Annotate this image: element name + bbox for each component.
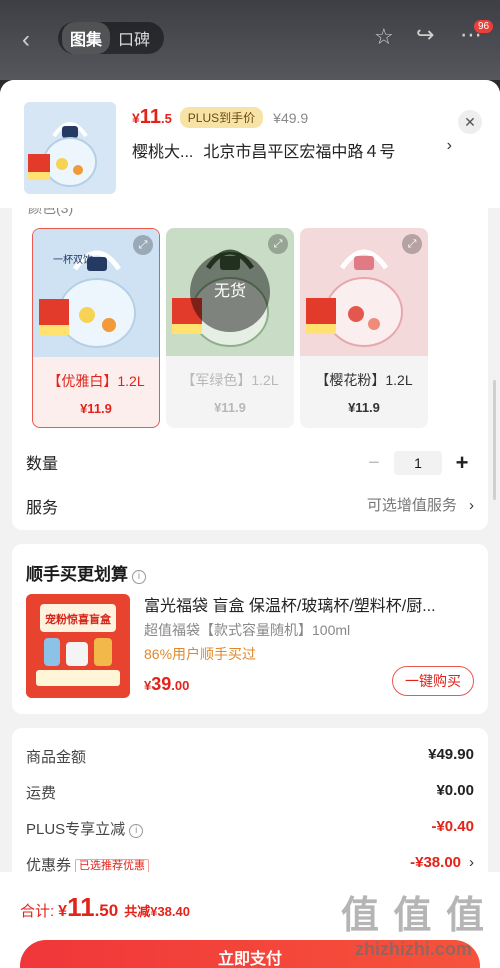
summary-value: ¥0.00 bbox=[436, 782, 474, 799]
service-value: 可选增值服务 › bbox=[366, 497, 474, 514]
color-option-green[interactable]: ⤢ 无货 【军绿色】1.2L ¥11.9 bbox=[166, 228, 294, 428]
bundle-product-spec: 超值福袋【款式容量随机】100ml bbox=[144, 622, 351, 638]
bundle-popularity: 86%用户顺手买过 bbox=[144, 646, 257, 662]
bundle-offer-card: 顺手买更划算 i 宠粉惊喜盲盒 富光福袋 盲盒 保温杯/玻璃杯/塑料杯/厨... … bbox=[12, 544, 488, 714]
background-topbar: ‹ 图集 口碑 ☆ ↪ ⋯ 96 bbox=[0, 20, 500, 56]
product-header: ¥11.5 PLUS到手价 ¥49.9 ✕ 樱桃大... 北京市昌平区宏福中路４号… bbox=[0, 80, 500, 208]
tab-gallery[interactable]: 图集 bbox=[62, 22, 111, 54]
coupon-tag: 已选推荐优惠 bbox=[75, 859, 150, 873]
background-page: ‹ 图集 口碑 ☆ ↪ ⋯ 96 bbox=[0, 0, 500, 80]
bundle-product-image[interactable]: 宠粉惊喜盲盒 bbox=[26, 594, 130, 698]
quantity-input[interactable]: 1 bbox=[394, 451, 442, 475]
plus-price-tag: PLUS到手价 bbox=[179, 107, 264, 128]
color-option-white[interactable]: 一杯双饮 ⤢ 【优雅白】1.2L ¥11.9 bbox=[32, 228, 160, 428]
zoom-icon[interactable]: ⤢ bbox=[133, 235, 153, 255]
summary-value: -¥38.00 › bbox=[410, 854, 474, 871]
color-swatch-list: 一杯双饮 ⤢ 【优雅白】1.2L ¥11.9 ⤢ 无货 【军绿色】1.2L ¥1… bbox=[32, 228, 428, 428]
service-chevron-icon: › bbox=[469, 497, 474, 514]
info-icon[interactable]: i bbox=[132, 570, 146, 584]
color-option-label: 【军绿色】1.2L bbox=[181, 372, 279, 388]
summary-row-goods: 商品金额 ¥49.90 bbox=[26, 746, 474, 770]
product-short-name: 樱桃大... bbox=[132, 144, 194, 161]
media-tab-switch[interactable]: 图集 口碑 bbox=[58, 22, 164, 54]
zoom-icon[interactable]: ⤢ bbox=[268, 234, 288, 254]
site-watermark: 值 值 值 zhizhizhi.com bbox=[340, 895, 486, 959]
quantity-stepper: − 1 + bbox=[362, 450, 474, 476]
current-price: ¥11.5 bbox=[132, 106, 172, 128]
quantity-minus-button[interactable]: − bbox=[362, 452, 386, 475]
share-icon[interactable]: ↪ bbox=[416, 22, 434, 48]
bundle-title: 顺手买更划算 i bbox=[26, 560, 146, 585]
close-button[interactable]: ✕ bbox=[458, 110, 482, 134]
out-of-stock-overlay: 无货 bbox=[190, 252, 270, 332]
zoom-icon[interactable]: ⤢ bbox=[402, 234, 422, 254]
bundle-price: ¥39.00 bbox=[144, 674, 190, 694]
summary-label: PLUS专享立减 i bbox=[26, 821, 144, 838]
summary-label: 商品金额 bbox=[26, 749, 87, 766]
service-row[interactable]: 服务 可选增值服务 › bbox=[26, 494, 474, 522]
info-icon[interactable]: i bbox=[129, 824, 144, 838]
color-option-pink[interactable]: ⤢ 【樱花粉】1.2L ¥11.9 bbox=[300, 228, 428, 428]
color-option-label: 【樱花粉】1.2L bbox=[315, 372, 413, 388]
one-click-buy-button[interactable]: 一键购买 bbox=[392, 666, 474, 696]
purchase-sheet: ¥11.5 PLUS到手价 ¥49.9 ✕ 樱桃大... 北京市昌平区宏福中路４号… bbox=[0, 80, 500, 968]
total-amount: 合计: ¥11.50 共减¥38.40 bbox=[20, 892, 190, 922]
quantity-plus-button[interactable]: + bbox=[450, 450, 474, 476]
svg-text:一杯双饮: 一杯双饮 bbox=[53, 253, 93, 266]
coupon-chevron-icon: › bbox=[469, 854, 474, 871]
color-option-label: 【优雅白】1.2L bbox=[47, 373, 145, 389]
message-badge: 96 bbox=[474, 20, 494, 33]
price-row: ¥11.5 PLUS到手价 ¥49.9 bbox=[132, 106, 308, 129]
bundle-product-name[interactable]: 富光福袋 盲盒 保温杯/玻璃杯/塑料杯/厨... bbox=[144, 592, 474, 616]
summary-value: ¥49.90 bbox=[428, 746, 474, 763]
summary-value: -¥0.40 bbox=[431, 818, 474, 835]
favorite-star-icon[interactable]: ☆ bbox=[374, 24, 394, 50]
summary-row-plus-discount: PLUS专享立减 i -¥0.40 bbox=[26, 818, 474, 842]
summary-label: 运费 bbox=[26, 785, 57, 802]
quantity-row: 数量 − 1 + bbox=[26, 450, 474, 478]
service-label: 服务 bbox=[26, 500, 59, 517]
address-text: 北京市昌平区宏福中路４号 bbox=[203, 144, 396, 161]
color-option-price: ¥11.9 bbox=[348, 400, 380, 415]
tab-reviews[interactable]: 口碑 bbox=[110, 22, 158, 54]
color-option-price: ¥11.9 bbox=[214, 400, 246, 415]
product-thumbnail bbox=[24, 102, 116, 194]
total-saving: 共减¥38.40 bbox=[124, 904, 190, 919]
summary-row-shipping: 运费 ¥0.00 bbox=[26, 782, 474, 806]
scrollbar[interactable] bbox=[493, 380, 496, 500]
back-arrow-icon[interactable]: ‹ bbox=[22, 26, 30, 54]
quantity-label: 数量 bbox=[26, 456, 59, 473]
original-price: ¥49.9 bbox=[273, 109, 309, 126]
delivery-address[interactable]: 樱桃大... 北京市昌平区宏福中路４号 bbox=[132, 138, 462, 162]
color-option-price: ¥11.9 bbox=[80, 401, 112, 416]
address-chevron-icon[interactable]: › bbox=[447, 137, 452, 155]
color-selection-card: 颜色(3) 一杯双饮 ⤢ 【优雅白】1.2L ¥11.9 ⤢ 无货 【军绿色】1… bbox=[12, 190, 488, 530]
svg-text:宠粉惊喜盲盒: 宠粉惊喜盲盒 bbox=[45, 612, 112, 626]
